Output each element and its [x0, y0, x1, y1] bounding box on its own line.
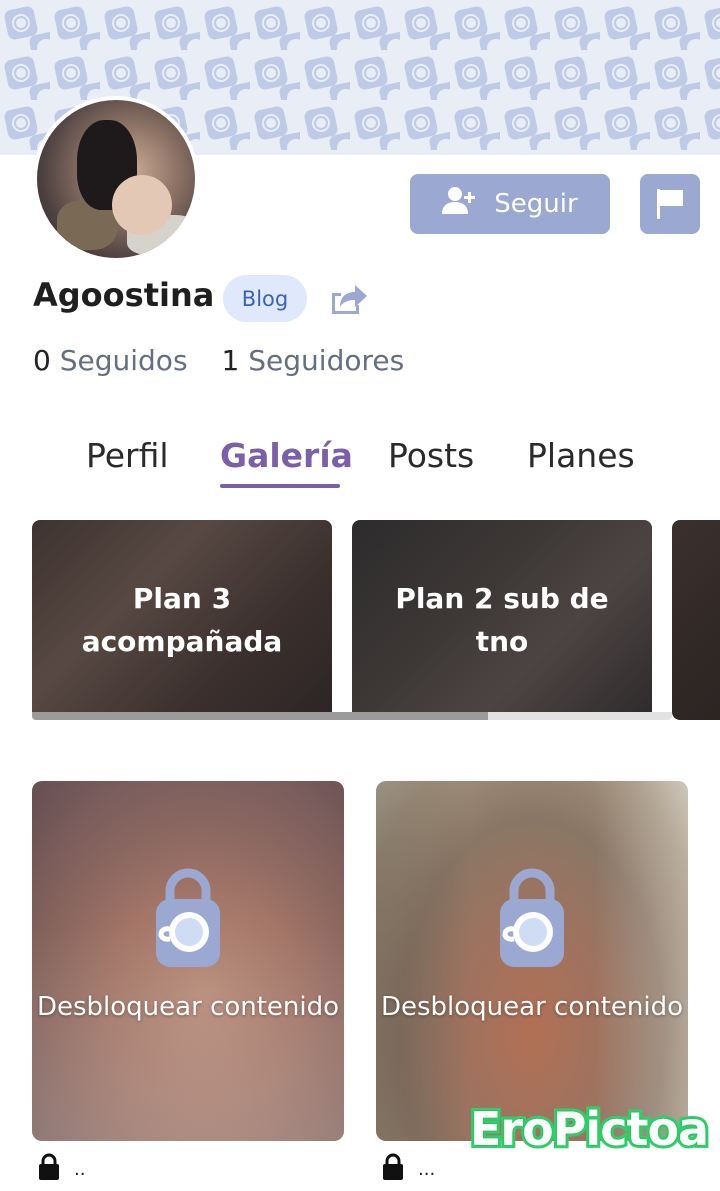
- gallery-caption: ...: [382, 1153, 435, 1186]
- plan-card[interactable]: Plan 2 sub de tno: [352, 520, 652, 720]
- tab-posts[interactable]: Posts: [388, 436, 474, 475]
- plan-title: Plan 3 acompañada: [81, 582, 283, 658]
- gallery-caption: ..: [38, 1153, 85, 1186]
- plans-carousel[interactable]: Plan 3 acompañada Plan 2 sub de tno: [0, 520, 720, 730]
- carousel-scrollbar-thumb[interactable]: [32, 712, 488, 720]
- tab-perfil[interactable]: Perfil: [86, 436, 169, 475]
- padlock-cup-icon: [492, 867, 572, 973]
- share-icon[interactable]: [329, 281, 369, 317]
- followers-count[interactable]: 1 Seguidores: [222, 344, 405, 377]
- flag-icon: [655, 187, 685, 222]
- plan-card[interactable]: [672, 520, 720, 720]
- following-count[interactable]: 0 Seguidos: [33, 344, 188, 377]
- padlock-cup-icon: [148, 867, 228, 973]
- unlock-label: Desbloquear contenido: [36, 992, 340, 1022]
- profile-name: Agoostina: [33, 276, 215, 314]
- plan-card[interactable]: Plan 3 acompañada: [32, 520, 332, 720]
- report-button[interactable]: [640, 174, 700, 234]
- caption-text: ...: [418, 1159, 436, 1180]
- caption-text: ..: [74, 1159, 86, 1180]
- follow-button[interactable]: Seguir: [410, 174, 610, 234]
- user-plus-icon: [442, 186, 476, 223]
- profile-tabs: Perfil Galería Posts Planes: [0, 436, 720, 496]
- profile-stats: 0 Seguidos 1 Seguidores: [33, 344, 404, 377]
- unlock-label: Desbloquear contenido: [380, 992, 684, 1022]
- avatar[interactable]: [33, 96, 199, 262]
- lock-icon: [38, 1153, 60, 1186]
- lock-icon: [382, 1153, 404, 1186]
- locked-gallery-item[interactable]: Desbloquear contenido: [376, 781, 688, 1141]
- tab-planes[interactable]: Planes: [527, 436, 635, 475]
- tab-galeria[interactable]: Galería: [220, 436, 353, 475]
- plan-title: Plan 2 sub de tno: [395, 582, 609, 658]
- follow-label: Seguir: [494, 189, 578, 219]
- profile-badge: Blog: [223, 275, 307, 322]
- active-tab-indicator: [220, 484, 340, 488]
- locked-gallery-item[interactable]: Desbloquear contenido: [32, 781, 344, 1141]
